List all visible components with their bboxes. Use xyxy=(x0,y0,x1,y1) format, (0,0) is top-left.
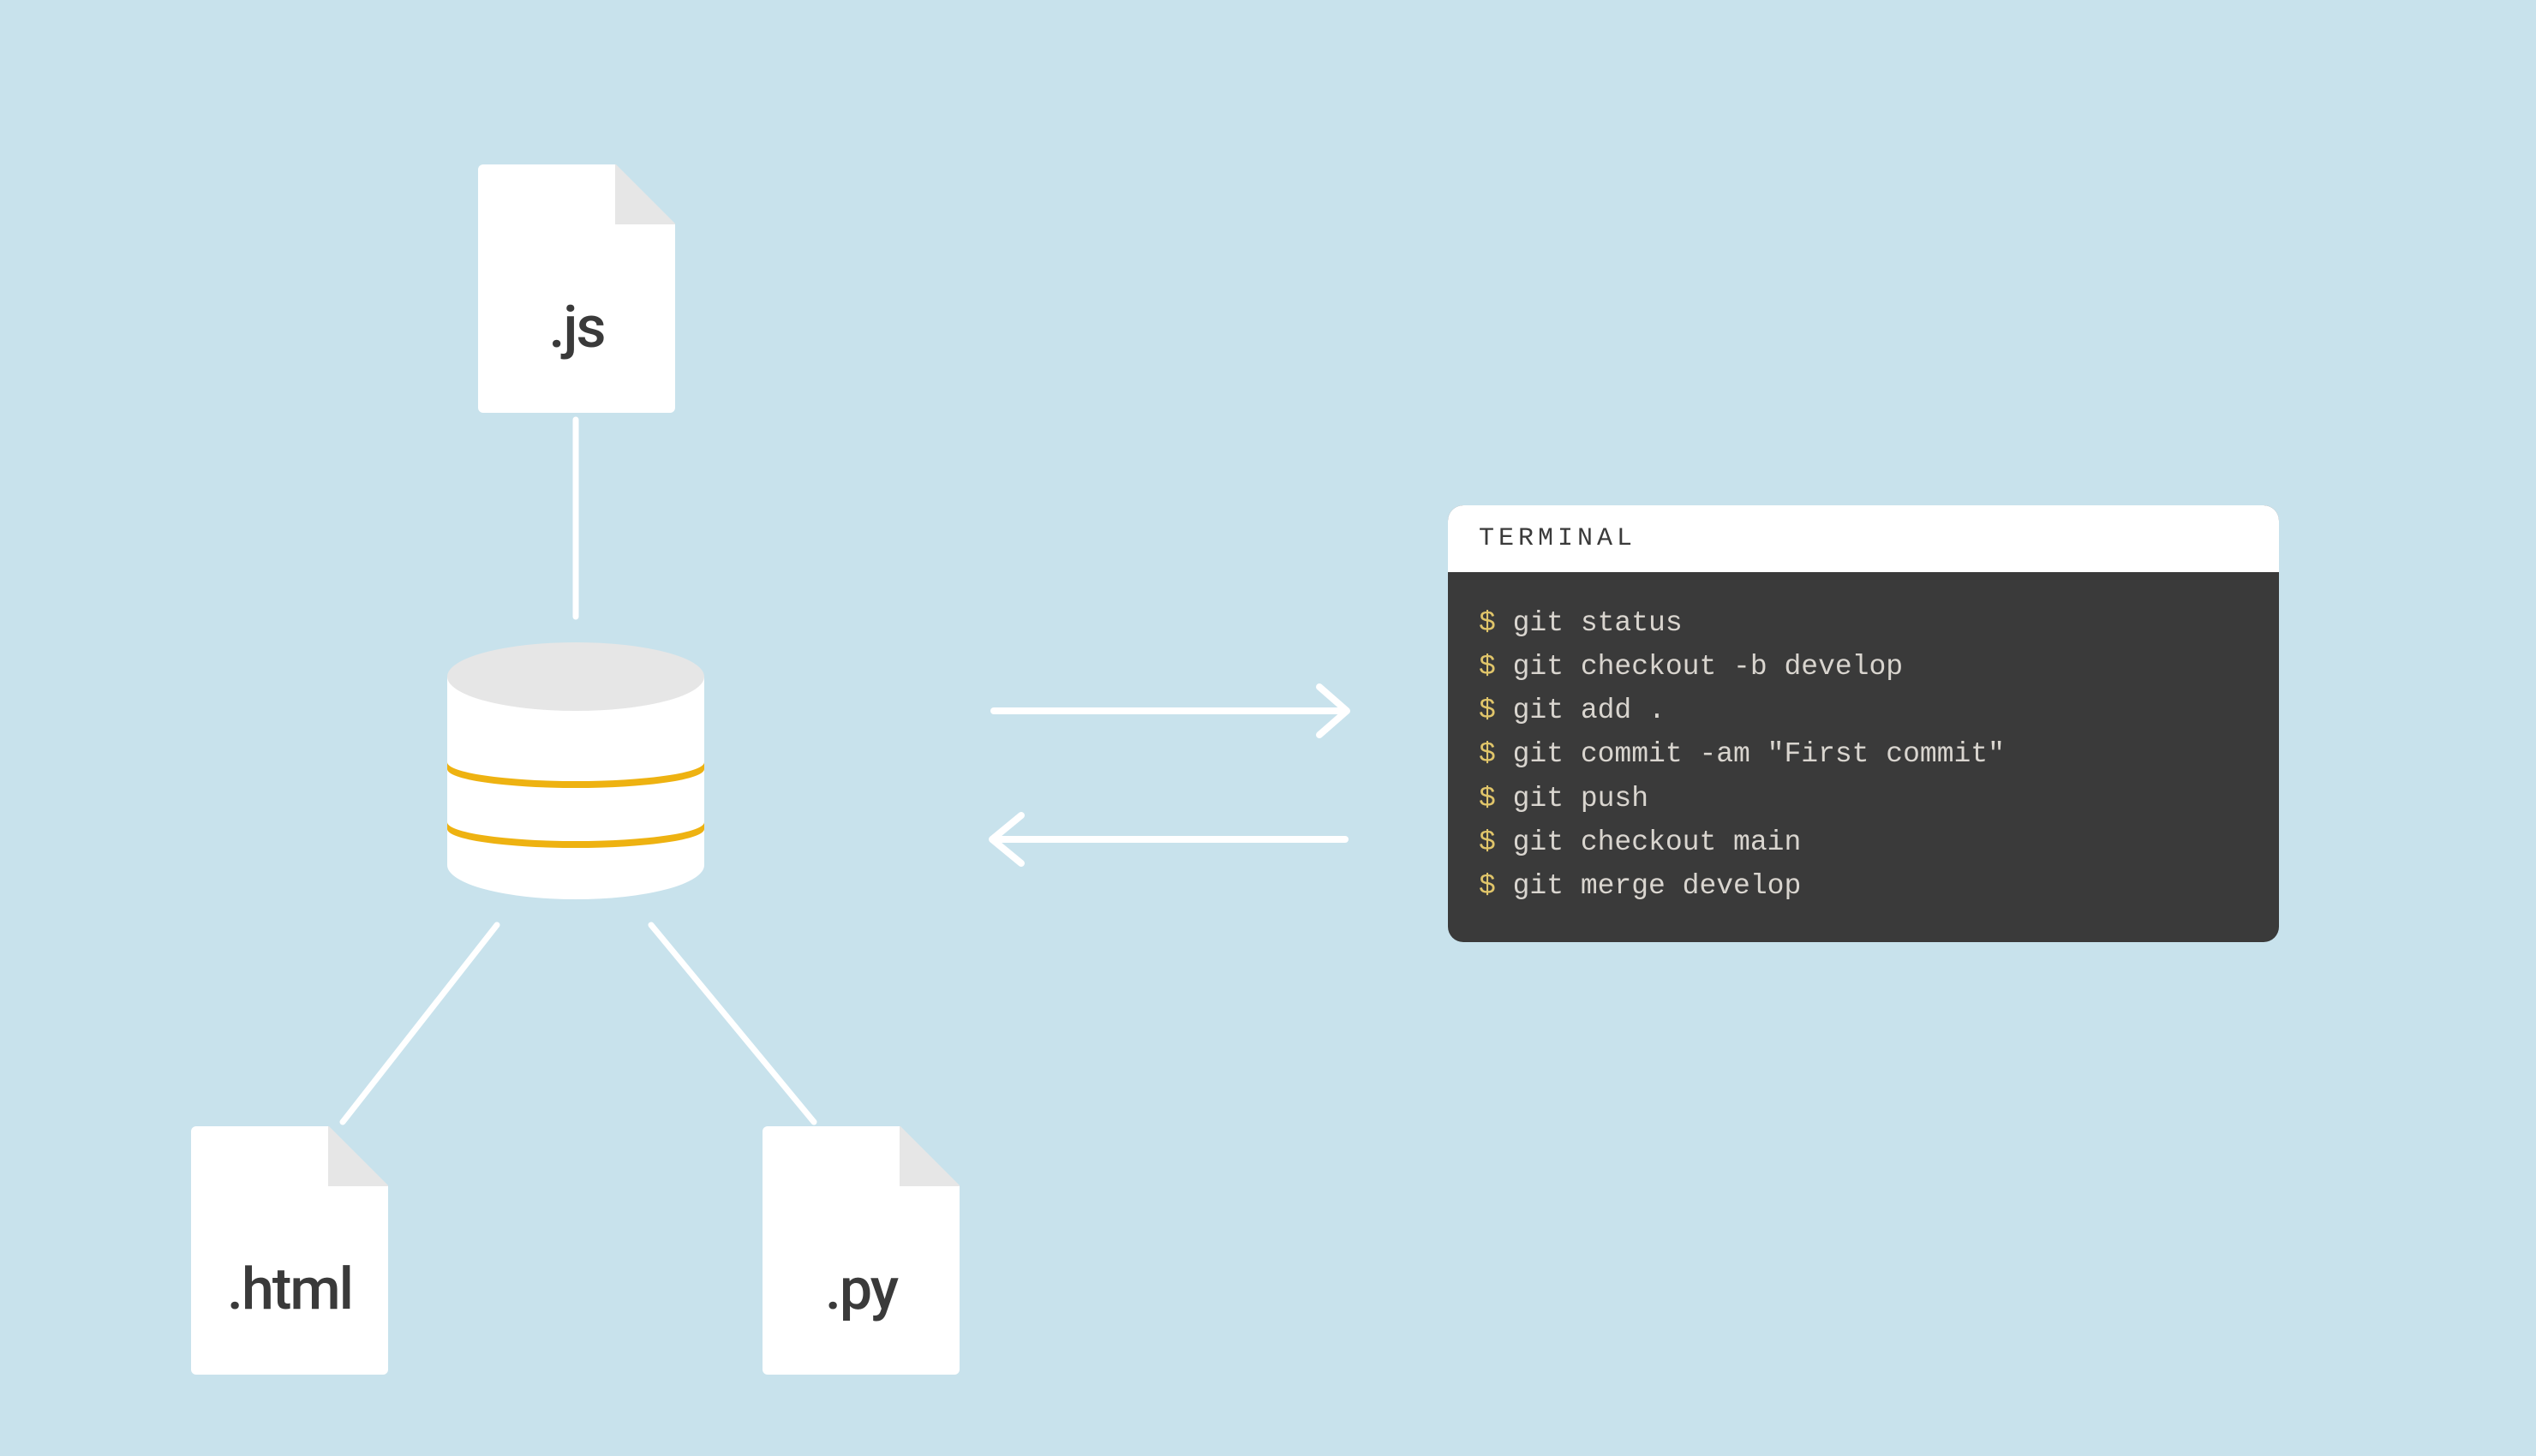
terminal-line: $ git commit -am "First commit" xyxy=(1479,732,2248,776)
terminal-window: TERMINAL $ git status$ git checkout -b d… xyxy=(1448,505,2279,942)
terminal-content: $ git status$ git checkout -b develop$ g… xyxy=(1448,572,2279,942)
terminal-command: git checkout -b develop xyxy=(1513,651,1903,683)
terminal-command: git merge develop xyxy=(1513,870,1802,902)
terminal-command: git checkout main xyxy=(1513,826,1802,858)
terminal-line: $ git checkout main xyxy=(1479,820,2248,864)
terminal-line: $ git push xyxy=(1479,777,2248,820)
terminal-prompt: $ xyxy=(1479,651,1513,683)
terminal-prompt: $ xyxy=(1479,826,1513,858)
terminal-prompt: $ xyxy=(1479,607,1513,639)
terminal-command: git status xyxy=(1513,607,1683,639)
terminal-prompt: $ xyxy=(1479,870,1513,902)
terminal-prompt: $ xyxy=(1479,783,1513,815)
terminal-line: $ git add . xyxy=(1479,689,2248,732)
terminal-line: $ git merge develop xyxy=(1479,864,2248,908)
diagram-canvas: .js .html .py TERMINAL $ git status$ git… xyxy=(0,0,2536,1456)
terminal-title: TERMINAL xyxy=(1448,505,2279,572)
terminal-command: git add . xyxy=(1513,695,1666,726)
terminal-line: $ git status xyxy=(1479,601,2248,645)
terminal-prompt: $ xyxy=(1479,695,1513,726)
terminal-line: $ git checkout -b develop xyxy=(1479,645,2248,689)
terminal-command: git push xyxy=(1513,783,1648,815)
terminal-command: git commit -am "First commit" xyxy=(1513,738,2005,770)
terminal-prompt: $ xyxy=(1479,738,1513,770)
